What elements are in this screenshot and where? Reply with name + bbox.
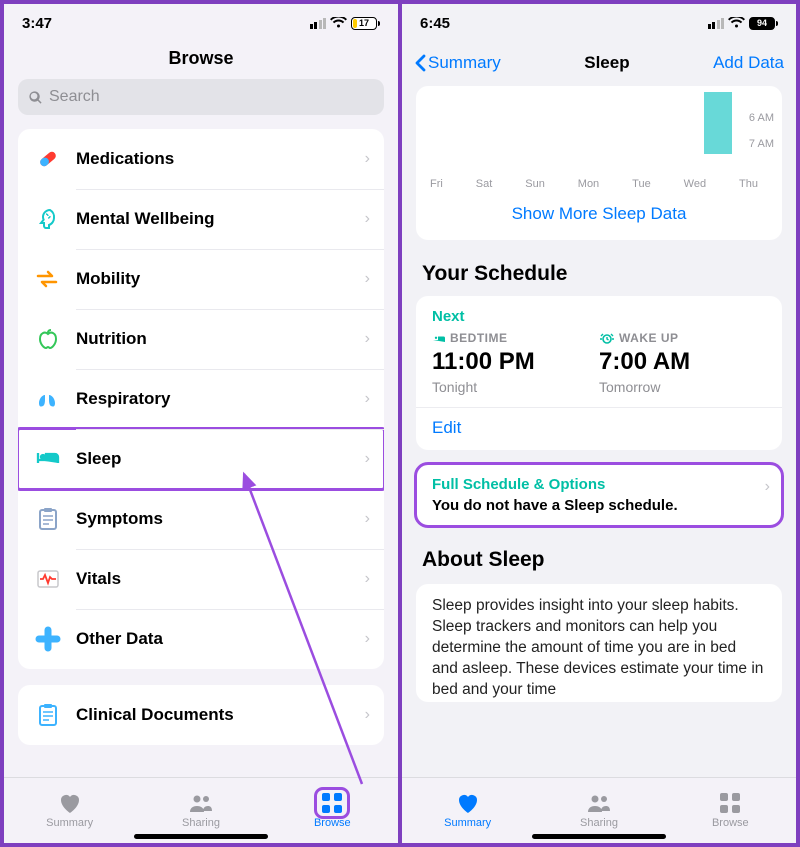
people-icon [586, 792, 612, 814]
row-other-data[interactable]: Other Data › [18, 609, 384, 669]
tab-browse[interactable]: Browse [665, 778, 796, 843]
about-card: Sleep provides insight into your sleep h… [416, 584, 782, 702]
tab-browse[interactable]: Browse [267, 778, 398, 843]
search-icon [28, 90, 43, 105]
grid-icon [717, 792, 743, 814]
battery-icon: 17 [351, 17, 380, 30]
pill-icon [32, 143, 64, 175]
wakeup-value: 7:00 AM [599, 348, 766, 376]
wifi-icon [728, 17, 745, 29]
schedule-card: Next BEDTIME 11:00 PM Tonight WAKE UP 7:… [416, 296, 782, 450]
chevron-right-icon: › [365, 570, 370, 588]
tab-summary[interactable]: Summary [402, 778, 533, 843]
chevron-right-icon: › [365, 706, 370, 724]
plus-icon [32, 623, 64, 655]
status-time: 3:47 [22, 15, 52, 32]
schedule-heading: Your Schedule [402, 240, 796, 294]
people-icon [188, 792, 214, 814]
grid-icon [319, 792, 345, 814]
home-indicator[interactable] [532, 834, 666, 839]
about-heading: About Sleep [402, 526, 796, 580]
chart-bar-thu [704, 92, 732, 154]
document-icon [32, 699, 64, 731]
status-bar: 3:47 17 [4, 4, 398, 42]
tab-summary[interactable]: Summary [4, 778, 135, 843]
nav-bar: Summary Sleep Add Data [402, 42, 796, 82]
row-respiratory[interactable]: Respiratory › [18, 369, 384, 429]
bed-icon [432, 333, 446, 344]
show-more-link[interactable]: Show More Sleep Data [424, 190, 774, 228]
alarm-icon [599, 333, 615, 344]
search-input[interactable]: Search [18, 79, 384, 115]
clipboard-icon [32, 503, 64, 535]
page-title: Browse [4, 42, 398, 79]
heartbeat-icon [32, 563, 64, 595]
brain-icon [32, 203, 64, 235]
cellular-icon [310, 18, 327, 29]
status-right: 17 [310, 17, 381, 30]
nav-title: Sleep [584, 53, 629, 73]
category-list: Medications › Mental Wellbeing › Mobilit… [18, 129, 384, 669]
chevron-right-icon: › [365, 390, 370, 408]
status-right: 94 [708, 17, 779, 30]
wakeup-day: Tomorrow [599, 379, 766, 395]
phone-sleep: 6:45 94 Summary Sleep Add Data 6 AM 7 AM [400, 2, 798, 845]
add-data-button[interactable]: Add Data [713, 53, 784, 73]
sleep-chart-card[interactable]: 6 AM 7 AM Fri Sat Sun Mon Tue Wed Thu Sh… [416, 86, 782, 240]
chart-day-labels: Fri Sat Sun Mon Tue Wed Thu [424, 178, 774, 190]
apple-icon [32, 323, 64, 355]
chart-time-labels: 6 AM 7 AM [749, 112, 774, 150]
secondary-list: Clinical Documents › [18, 685, 384, 745]
bedtime-block: BEDTIME 11:00 PM Tonight [432, 331, 599, 395]
chevron-right-icon: › [365, 210, 370, 228]
bedtime-value: 11:00 PM [432, 348, 599, 376]
about-text: Sleep provides insight into your sleep h… [432, 596, 766, 701]
row-nutrition[interactable]: Nutrition › [18, 309, 384, 369]
sleep-chart: 6 AM 7 AM [424, 92, 774, 174]
chevron-left-icon [414, 54, 426, 72]
chevron-right-icon: › [765, 478, 770, 496]
wakeup-block: WAKE UP 7:00 AM Tomorrow [599, 331, 766, 395]
edit-schedule-button[interactable]: Edit [432, 418, 766, 438]
chevron-right-icon: › [365, 270, 370, 288]
heart-icon [57, 792, 83, 814]
arrows-icon [32, 263, 64, 295]
chevron-right-icon: › [365, 510, 370, 528]
chevron-right-icon: › [365, 330, 370, 348]
row-medications[interactable]: Medications › [18, 129, 384, 189]
row-symptoms[interactable]: Symptoms › [18, 489, 384, 549]
cellular-icon [708, 18, 725, 29]
row-mobility[interactable]: Mobility › [18, 249, 384, 309]
bed-icon [32, 443, 64, 475]
bedtime-day: Tonight [432, 379, 599, 395]
row-clinical-documents[interactable]: Clinical Documents › [18, 685, 384, 745]
chevron-right-icon: › [365, 450, 370, 468]
status-time: 6:45 [420, 15, 450, 32]
full-schedule-button[interactable]: Full Schedule & Options You do not have … [416, 464, 782, 526]
row-vitals[interactable]: Vitals › [18, 549, 384, 609]
lungs-icon [32, 383, 64, 415]
home-indicator[interactable] [134, 834, 268, 839]
back-button[interactable]: Summary [414, 53, 501, 73]
schedule-next-label: Next [432, 308, 766, 325]
search-placeholder: Search [49, 88, 100, 106]
wifi-icon [330, 17, 347, 29]
battery-icon: 94 [749, 17, 778, 30]
row-mental-wellbeing[interactable]: Mental Wellbeing › [18, 189, 384, 249]
chevron-right-icon: › [365, 630, 370, 648]
row-sleep[interactable]: Sleep › [18, 429, 384, 489]
phone-browse: 3:47 17 Browse Search Medications › [2, 2, 400, 845]
status-bar: 6:45 94 [402, 4, 796, 42]
chevron-right-icon: › [365, 150, 370, 168]
heart-icon [455, 792, 481, 814]
